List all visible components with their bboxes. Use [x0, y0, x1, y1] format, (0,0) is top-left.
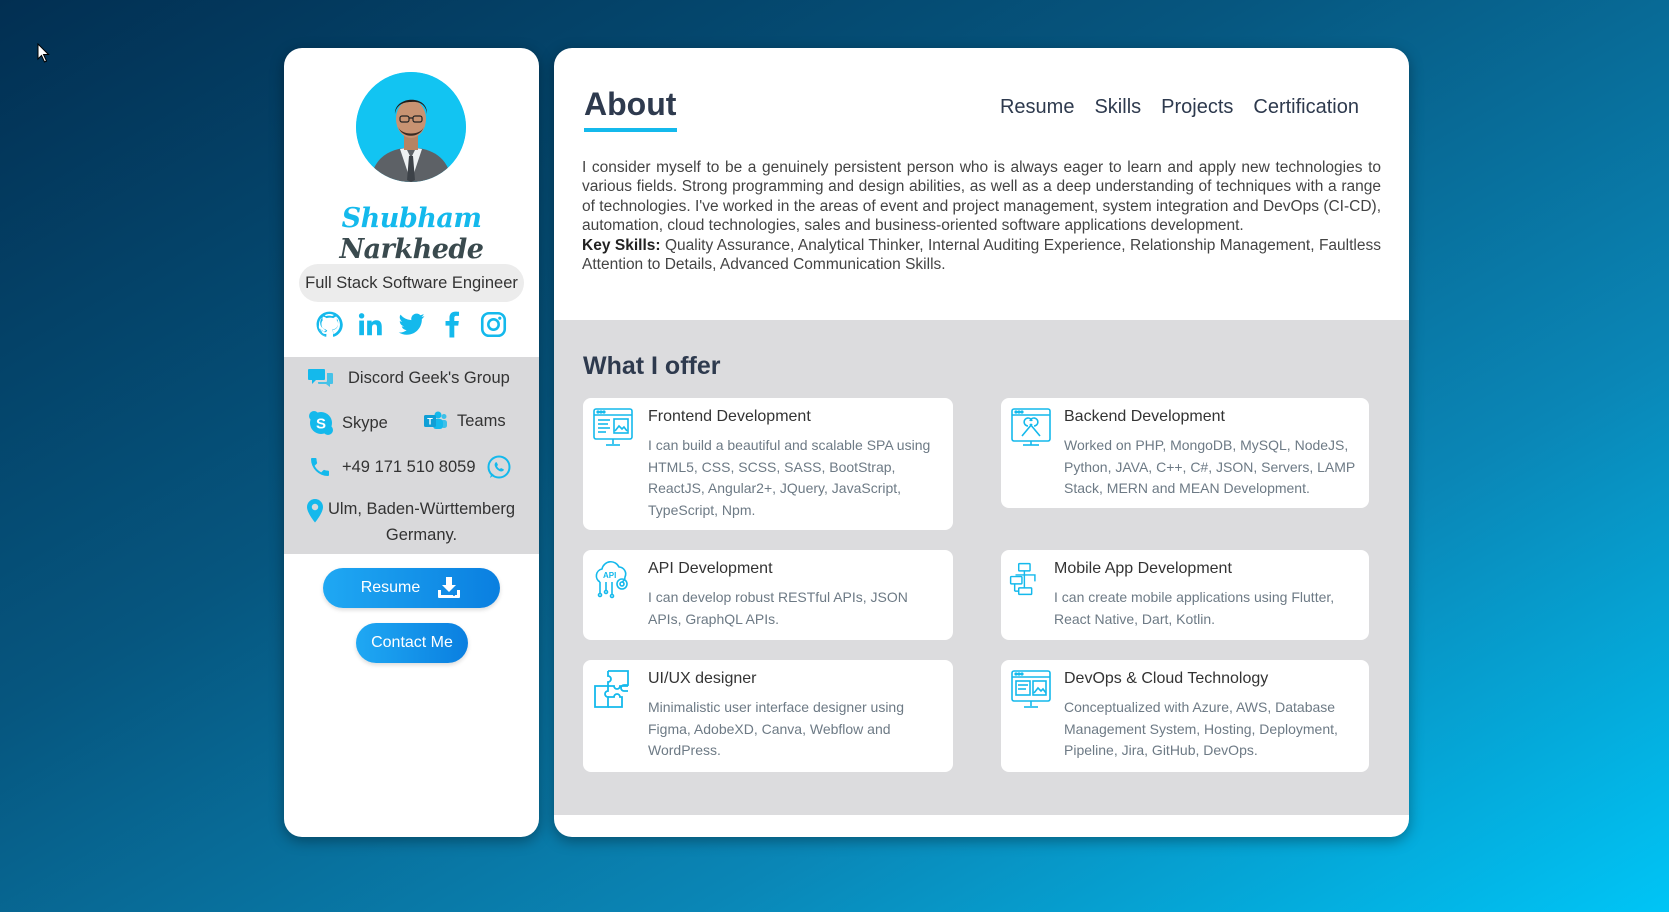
contact-info-panel: Discord Geek's Group S Skype T Teams +49… — [284, 357, 539, 554]
about-paragraph: I consider myself to be a genuinely pers… — [582, 159, 1381, 235]
what-i-offer-section: What I offer Frontend Development I can … — [554, 320, 1409, 815]
mouse-cursor-icon — [37, 43, 50, 63]
nav-skills[interactable]: Skills — [1094, 96, 1141, 119]
offer-title-uiux: UI/UX designer — [648, 670, 757, 687]
download-icon — [438, 577, 461, 598]
nav-resume[interactable]: Resume — [1000, 96, 1074, 119]
discord-link[interactable]: Discord Geek's Group — [308, 367, 510, 389]
title-underline — [584, 128, 677, 132]
profile-card: Shubham Narkhede Full Stack Software Eng… — [284, 48, 539, 837]
offer-title-backend: Backend Development — [1064, 408, 1225, 425]
about-text: I consider myself to be a genuinely pers… — [582, 158, 1381, 274]
offer-card-backend: Backend Development Worked on PHP, Mongo… — [1001, 398, 1369, 508]
page-title: About — [584, 86, 677, 122]
offer-title-devops: DevOps & Cloud Technology — [1064, 670, 1269, 687]
phone-icon — [311, 458, 329, 476]
location-text: Ulm, Baden-Württemberg Germany. — [328, 496, 515, 548]
profile-name: Shubham Narkhede — [284, 203, 539, 265]
offer-desc-devops: Conceptualized with Azure, AWS, Database… — [1064, 699, 1338, 758]
skype-link[interactable]: S Skype — [308, 410, 388, 436]
last-name: Narkhede — [339, 234, 484, 265]
offer-title-api: API Development — [648, 560, 773, 577]
mobile-app-icon — [1009, 562, 1036, 596]
location-line1: Ulm, Baden-Württemberg — [328, 500, 516, 518]
puzzle-icon — [594, 670, 629, 708]
offer-card-api: API API Development I can develop robust… — [583, 550, 953, 640]
offer-desc-frontend: I can build a beautiful and scalable SPA… — [648, 437, 931, 518]
avatar — [356, 72, 466, 182]
location-row: Ulm, Baden-Württemberg Germany. — [306, 496, 515, 548]
devops-icon — [1011, 670, 1051, 708]
contact-me-button[interactable]: Contact Me — [356, 623, 468, 663]
top-nav: Resume Skills Projects Certification — [1000, 96, 1359, 119]
teams-link[interactable]: T Teams — [423, 410, 506, 432]
svg-text:S: S — [316, 416, 326, 433]
key-skills-text: Quality Assurance, Analytical Thinker, I… — [582, 236, 1381, 274]
teams-label: Teams — [457, 411, 506, 430]
offer-card-frontend: Frontend Development I can build a beaut… — [583, 398, 953, 530]
offer-desc-backend: Worked on PHP, MongoDB, MySQL, NodeJS, P… — [1064, 437, 1355, 496]
twitter-icon[interactable] — [398, 311, 425, 338]
offer-desc-uiux: Minimalistic user interface designer usi… — [648, 699, 904, 758]
instagram-icon[interactable] — [480, 311, 507, 338]
facebook-icon[interactable] — [439, 311, 466, 338]
social-links — [284, 311, 539, 341]
phone-row: +49 171 510 8059 — [308, 454, 512, 480]
key-skills-label: Key Skills: — [582, 236, 661, 254]
offer-desc-api: I can develop robust RESTful APIs, JSON … — [648, 589, 908, 627]
backend-icon — [1011, 408, 1051, 446]
contact-me-label: Contact Me — [371, 634, 453, 651]
teams-icon: T — [424, 411, 447, 429]
offer-card-mobile: Mobile App Development I can create mobi… — [1001, 550, 1369, 640]
skype-label: Skype — [342, 413, 388, 432]
offer-title-mobile: Mobile App Development — [1054, 560, 1232, 577]
map-pin-icon — [307, 499, 323, 523]
phone-number[interactable]: +49 171 510 8059 — [342, 458, 476, 477]
resume-button-label: Resume — [360, 579, 421, 596]
discord-label: Discord Geek's Group — [348, 368, 510, 387]
offer-card-uiux: UI/UX designer Minimalistic user interfa… — [583, 660, 953, 772]
location-line2: Germany. — [385, 526, 458, 544]
github-icon[interactable] — [316, 311, 343, 338]
offer-desc-mobile: I can create mobile applications using F… — [1054, 589, 1335, 627]
offer-title: What I offer — [583, 352, 721, 380]
offer-card-devops: DevOps & Cloud Technology Conceptualized… — [1001, 660, 1369, 772]
skype-icon: S — [309, 411, 333, 435]
whatsapp-icon[interactable] — [486, 454, 512, 480]
api-icon: API — [595, 561, 628, 599]
svg-text:T: T — [427, 417, 433, 427]
first-name: Shubham — [341, 203, 482, 234]
resume-button[interactable]: Resume — [323, 568, 500, 608]
linkedin-icon[interactable] — [357, 311, 384, 338]
svg-text:API: API — [603, 571, 616, 580]
key-skills-line: Key Skills: Quality Assurance, Analytica… — [582, 236, 1381, 275]
chat-bubbles-icon — [308, 369, 333, 387]
nav-certification[interactable]: Certification — [1253, 96, 1359, 119]
offer-title-frontend: Frontend Development — [648, 408, 811, 425]
nav-projects[interactable]: Projects — [1161, 96, 1233, 119]
role-badge: Full Stack Software Engineer — [299, 264, 524, 302]
main-card: About Resume Skills Projects Certificati… — [554, 48, 1409, 837]
frontend-icon — [593, 408, 633, 446]
